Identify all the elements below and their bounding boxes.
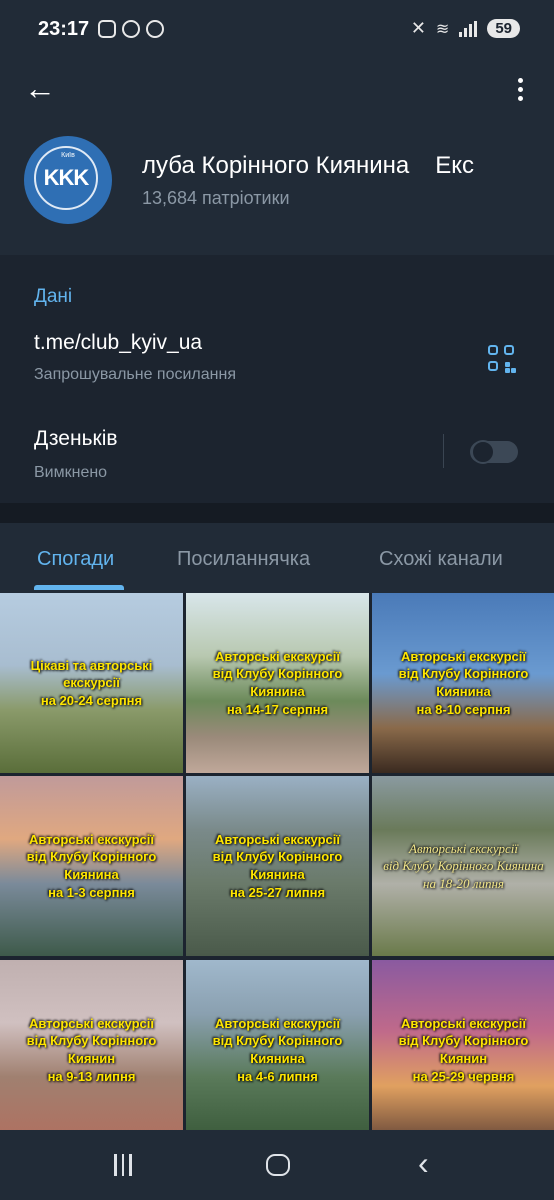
invite-link-caption: Запрошувальне посилання: [34, 366, 236, 383]
nav-back-icon[interactable]: ‹: [418, 1147, 429, 1179]
back-arrow-icon[interactable]: ←: [24, 72, 58, 104]
section-title: Дані: [34, 286, 73, 307]
avatar-emblem: KKK: [34, 146, 98, 210]
media-caption: Цікаві та авторські екскурсії на 20-24 с…: [30, 657, 153, 708]
media-caption: Авторські екскурсії від Клубу Корінного …: [26, 831, 157, 900]
signal-icon: [459, 20, 478, 37]
media-tile[interactable]: Авторські екскурсії від Клубу Корінного …: [0, 960, 183, 1140]
screenshot-icon: [98, 20, 116, 38]
notification-icons: [98, 20, 164, 38]
info-section: Дані t.me/club_kyiv_ua Запрошувальне пос…: [0, 255, 554, 503]
divider: [443, 434, 444, 468]
notifications-status: Вимкнено: [34, 464, 108, 481]
avatar-logo-text: KKK: [43, 165, 90, 190]
media-caption: Авторські екскурсії від Клубу Корінного …: [26, 1015, 157, 1084]
channel-title-text: луба Корінного Киянина: [142, 152, 410, 179]
status-bar: 23:17 ✕ ≋ 59: [0, 0, 554, 60]
media-tile[interactable]: Авторські екскурсії від Клубу Корінного …: [372, 960, 554, 1140]
notifications-label[interactable]: Дзеньків: [34, 427, 118, 451]
media-tile[interactable]: Авторські екскурсії від Клубу Корінного …: [186, 776, 369, 956]
media-caption: Авторські екскурсії від Клубу Корінного …: [398, 1015, 529, 1084]
active-tab-indicator: [34, 585, 124, 590]
mute-icon: ✕: [410, 18, 426, 38]
recent-apps-icon[interactable]: [114, 1154, 132, 1176]
channel-header: ← Київ KKK луба Корінного Киянина Екс 13,…: [0, 60, 554, 255]
home-icon[interactable]: [266, 1154, 290, 1176]
media-tile[interactable]: Цікаві та авторські екскурсії на 20-24 с…: [0, 593, 183, 773]
channel-title: луба Корінного Киянина Екс: [142, 152, 554, 180]
media-grid: Цікаві та авторські екскурсії на 20-24 с…: [0, 593, 554, 1140]
channel-title-overflow: Екс: [435, 152, 475, 179]
notifications-toggle[interactable]: [470, 440, 518, 464]
media-tile[interactable]: Авторські екскурсії від Клубу Корінного …: [186, 593, 369, 773]
more-vert-icon[interactable]: [508, 74, 532, 104]
media-caption: Авторські екскурсії від Клубу Корінного …: [212, 831, 343, 900]
media-caption: Авторські екскурсії від Клубу Корінного …: [398, 648, 529, 717]
media-tile[interactable]: Авторські екскурсії від Клубу Корінного …: [372, 776, 554, 956]
media-caption: Авторські екскурсії від Клубу Корінного …: [383, 840, 544, 891]
tab-similar-channels[interactable]: Схожі канали: [379, 548, 503, 571]
tab-memories[interactable]: Спогади: [37, 548, 114, 571]
channel-avatar[interactable]: Київ KKK: [24, 136, 112, 224]
system-icons: ✕ ≋ 59: [411, 18, 520, 39]
media-tile[interactable]: Авторські екскурсії від Клубу Корінного …: [372, 593, 554, 773]
media-tabs: Спогади Посиланнячка Схожі канали: [0, 523, 554, 593]
tab-links[interactable]: Посиланнячка: [177, 548, 310, 571]
media-caption: Авторські екскурсії від Клубу Корінного …: [212, 648, 343, 717]
viber-icon: [122, 20, 140, 38]
toggle-knob: [471, 440, 495, 464]
qr-code-icon[interactable]: [488, 345, 516, 373]
media-caption: Авторські екскурсії від Клубу Корінного …: [212, 1015, 343, 1084]
subscriber-count: 13,684 патріотики: [142, 188, 290, 208]
media-tile[interactable]: Авторські екскурсії від Клубу Корінного …: [186, 960, 369, 1140]
system-nav-bar: ‹: [0, 1130, 554, 1200]
status-time: 23:17: [38, 18, 90, 40]
battery-indicator: 59: [487, 19, 520, 38]
viber-icon-2: [146, 20, 164, 38]
section-gap: [0, 503, 554, 523]
media-tile[interactable]: Авторські екскурсії від Клубу Корінного …: [0, 776, 183, 956]
invite-link[interactable]: t.me/club_kyiv_ua: [34, 331, 202, 355]
wifi-icon: ≋: [435, 20, 450, 38]
